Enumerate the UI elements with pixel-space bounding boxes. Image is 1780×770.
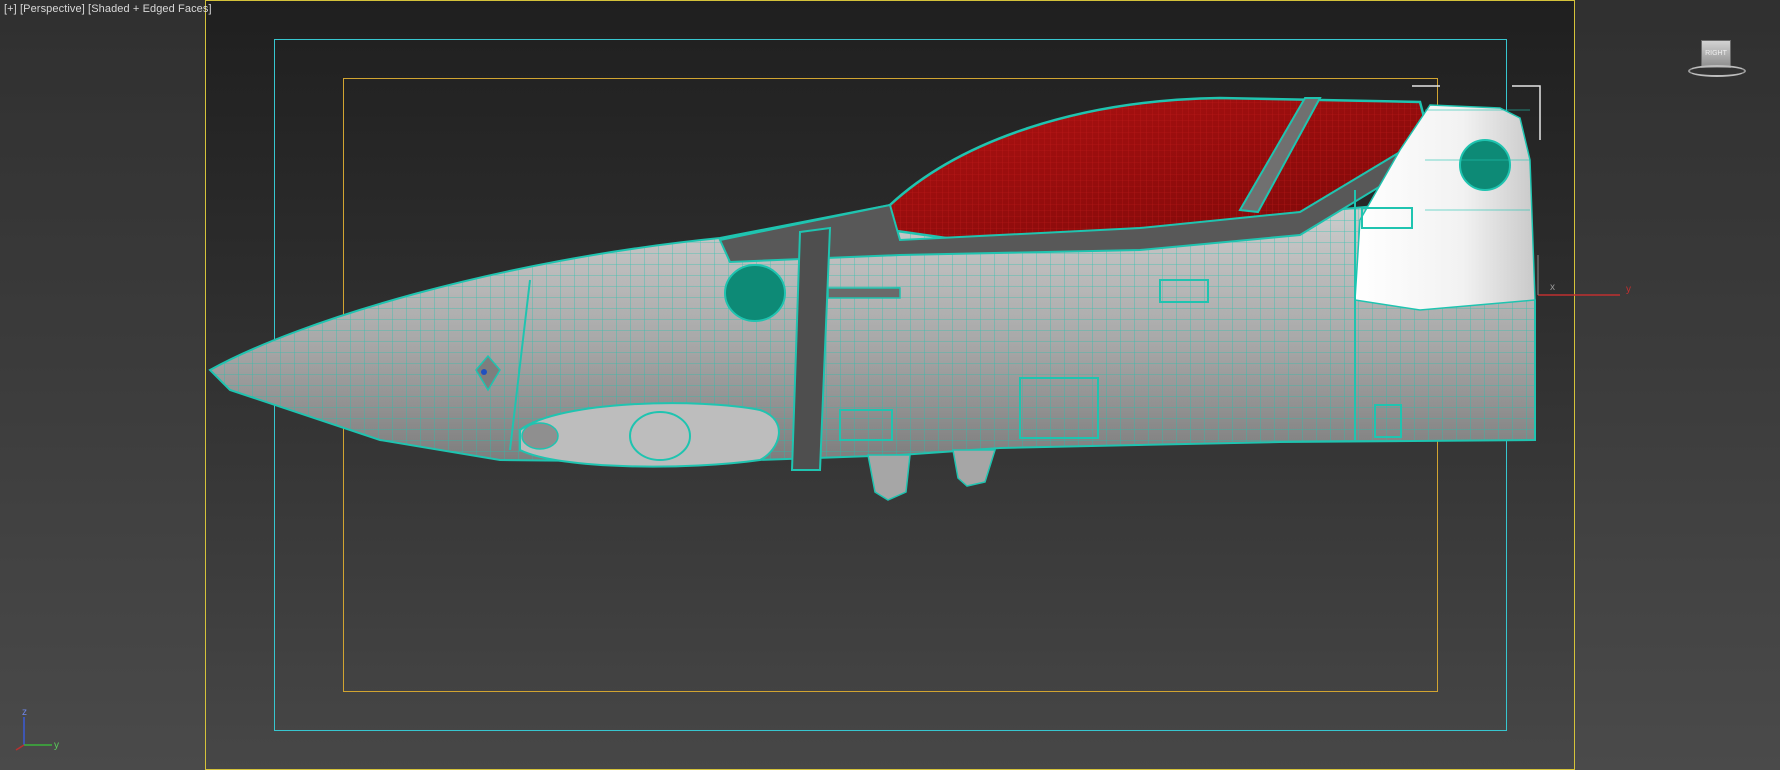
viewcube-compass-ring[interactable]: [1688, 65, 1746, 77]
viewport-menu-shading[interactable]: [Shaded + Edged Faces]: [88, 3, 212, 15]
viewport-menu-plus[interactable]: [+]: [4, 3, 17, 15]
gizmo-x-label: x: [1550, 282, 1555, 293]
ventral-fin-front: [867, 454, 911, 501]
aircraft-fuselage-model[interactable]: x y: [0, 0, 1780, 770]
vent-strip: [827, 287, 901, 299]
axis-y-label: y: [54, 740, 59, 751]
rear-port-hole: [1459, 139, 1511, 191]
viewport-menu-view[interactable]: [Perspective]: [20, 3, 85, 15]
perspective-viewport[interactable]: x y [+] [Perspective] [Shaded + Edged Fa…: [0, 0, 1780, 770]
ventral-fin-rear: [952, 449, 997, 487]
transform-gizmo[interactable]: x y: [1537, 255, 1631, 296]
viewcube-face-right[interactable]: RIGHT: [1701, 40, 1731, 68]
viewcube[interactable]: RIGHT: [1686, 34, 1748, 80]
gizmo-y-label: y: [1626, 284, 1631, 295]
side-port-hole: [724, 264, 786, 322]
viewport-label[interactable]: [+] [Perspective] [Shaded + Edged Faces]: [4, 3, 212, 15]
axis-z-label: z: [22, 707, 27, 718]
axis-tripod-icon: z y: [15, 707, 59, 751]
